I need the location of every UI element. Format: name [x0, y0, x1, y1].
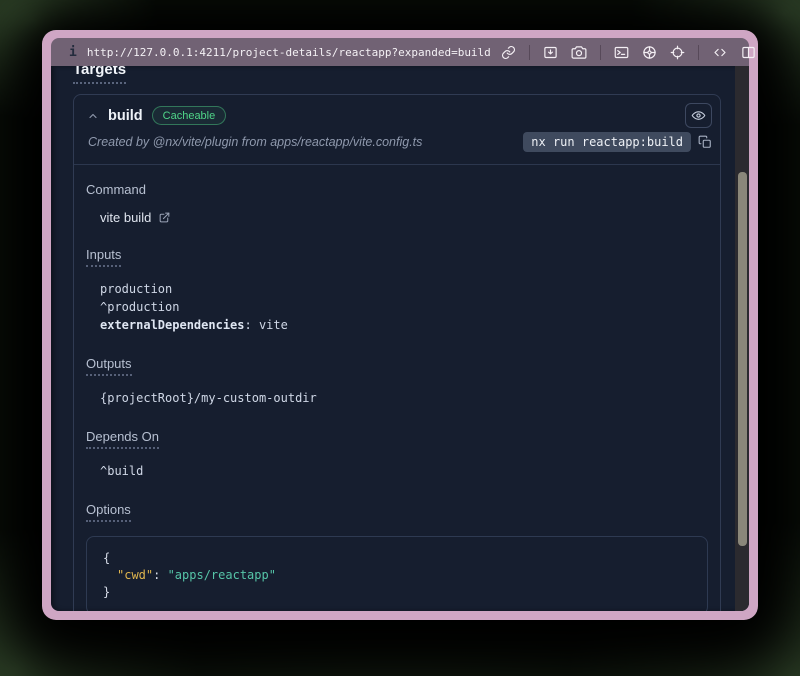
input-item: production: [100, 280, 708, 298]
page-title[interactable]: Targets: [73, 66, 126, 84]
chevron-up-icon[interactable]: [87, 110, 99, 122]
target-name[interactable]: build: [108, 108, 143, 124]
toolbar-divider: [698, 45, 699, 60]
depends-on-item: ^build: [100, 462, 708, 480]
json-key: "cwd": [117, 568, 153, 582]
url-text[interactable]: http://127.0.0.1:4211/project-details/re…: [87, 46, 491, 59]
split-view-icon[interactable]: [741, 45, 756, 60]
section-label-outputs[interactable]: Outputs: [86, 356, 132, 376]
json-line: "cwd": "apps/reactapp": [103, 567, 691, 584]
target-icon[interactable]: [670, 45, 685, 60]
console-icon[interactable]: [614, 45, 629, 60]
input-item: ^production: [100, 298, 708, 316]
run-command-chip: nx run reactapp:build: [523, 132, 691, 152]
target-details: Command vite build Inputs production ^pr…: [74, 165, 720, 611]
section-label-inputs[interactable]: Inputs: [86, 247, 121, 267]
created-by-note: Created by @nx/vite/plugin from apps/rea…: [88, 135, 422, 149]
input-value: : vite: [245, 318, 288, 332]
toolbar-divider: [600, 45, 601, 60]
browser-window: i http://127.0.0.1:4211/project-details/…: [42, 30, 758, 620]
json-value: "apps/reactapp": [168, 568, 276, 582]
code-icon[interactable]: [712, 45, 728, 60]
copy-icon[interactable]: [698, 135, 712, 149]
output-item: {projectRoot}/my-custom-outdir: [100, 389, 708, 407]
json-line: }: [103, 584, 691, 601]
network-wheel-icon[interactable]: [642, 45, 657, 60]
link-icon[interactable]: [501, 45, 516, 60]
browser-toolbar: i http://127.0.0.1:4211/project-details/…: [51, 38, 749, 66]
scrollbar-thumb[interactable]: [738, 172, 747, 546]
section-label-options[interactable]: Options: [86, 502, 131, 522]
cacheable-badge: Cacheable: [152, 106, 227, 125]
desktop-background: { "browser": { "info_glyph": "i", "url":…: [0, 0, 800, 676]
section-label-command: Command: [86, 182, 146, 197]
element-picker-icon[interactable]: [543, 45, 558, 60]
target-card-build: build Cacheable Created by @nx/vite/plug…: [73, 94, 721, 611]
toolbar-actions: [501, 45, 756, 60]
scrollbar-track[interactable]: [735, 66, 749, 611]
external-link-icon[interactable]: [158, 211, 171, 224]
toolbar-divider: [529, 45, 530, 60]
camera-icon[interactable]: [571, 45, 587, 60]
info-icon: i: [69, 45, 77, 60]
command-value: vite build: [100, 210, 151, 225]
section-label-depends-on[interactable]: Depends On: [86, 429, 159, 449]
input-key: externalDependencies: [100, 318, 245, 332]
command-value-row: vite build: [100, 210, 708, 225]
json-line: {: [103, 550, 691, 567]
page-viewport: Targets build Cacheable Create: [51, 66, 749, 611]
target-subheader: Created by @nx/vite/plugin from apps/rea…: [74, 127, 720, 164]
target-header-build[interactable]: build Cacheable: [74, 95, 720, 127]
json-separator: :: [153, 568, 167, 582]
project-details-page: Targets build Cacheable Create: [51, 66, 749, 611]
view-in-graph-button[interactable]: [685, 103, 712, 128]
input-item-external-deps: externalDependencies: vite: [100, 316, 708, 334]
eye-icon: [691, 108, 706, 123]
options-json-block: { "cwd": "apps/reactapp" }: [86, 536, 708, 611]
